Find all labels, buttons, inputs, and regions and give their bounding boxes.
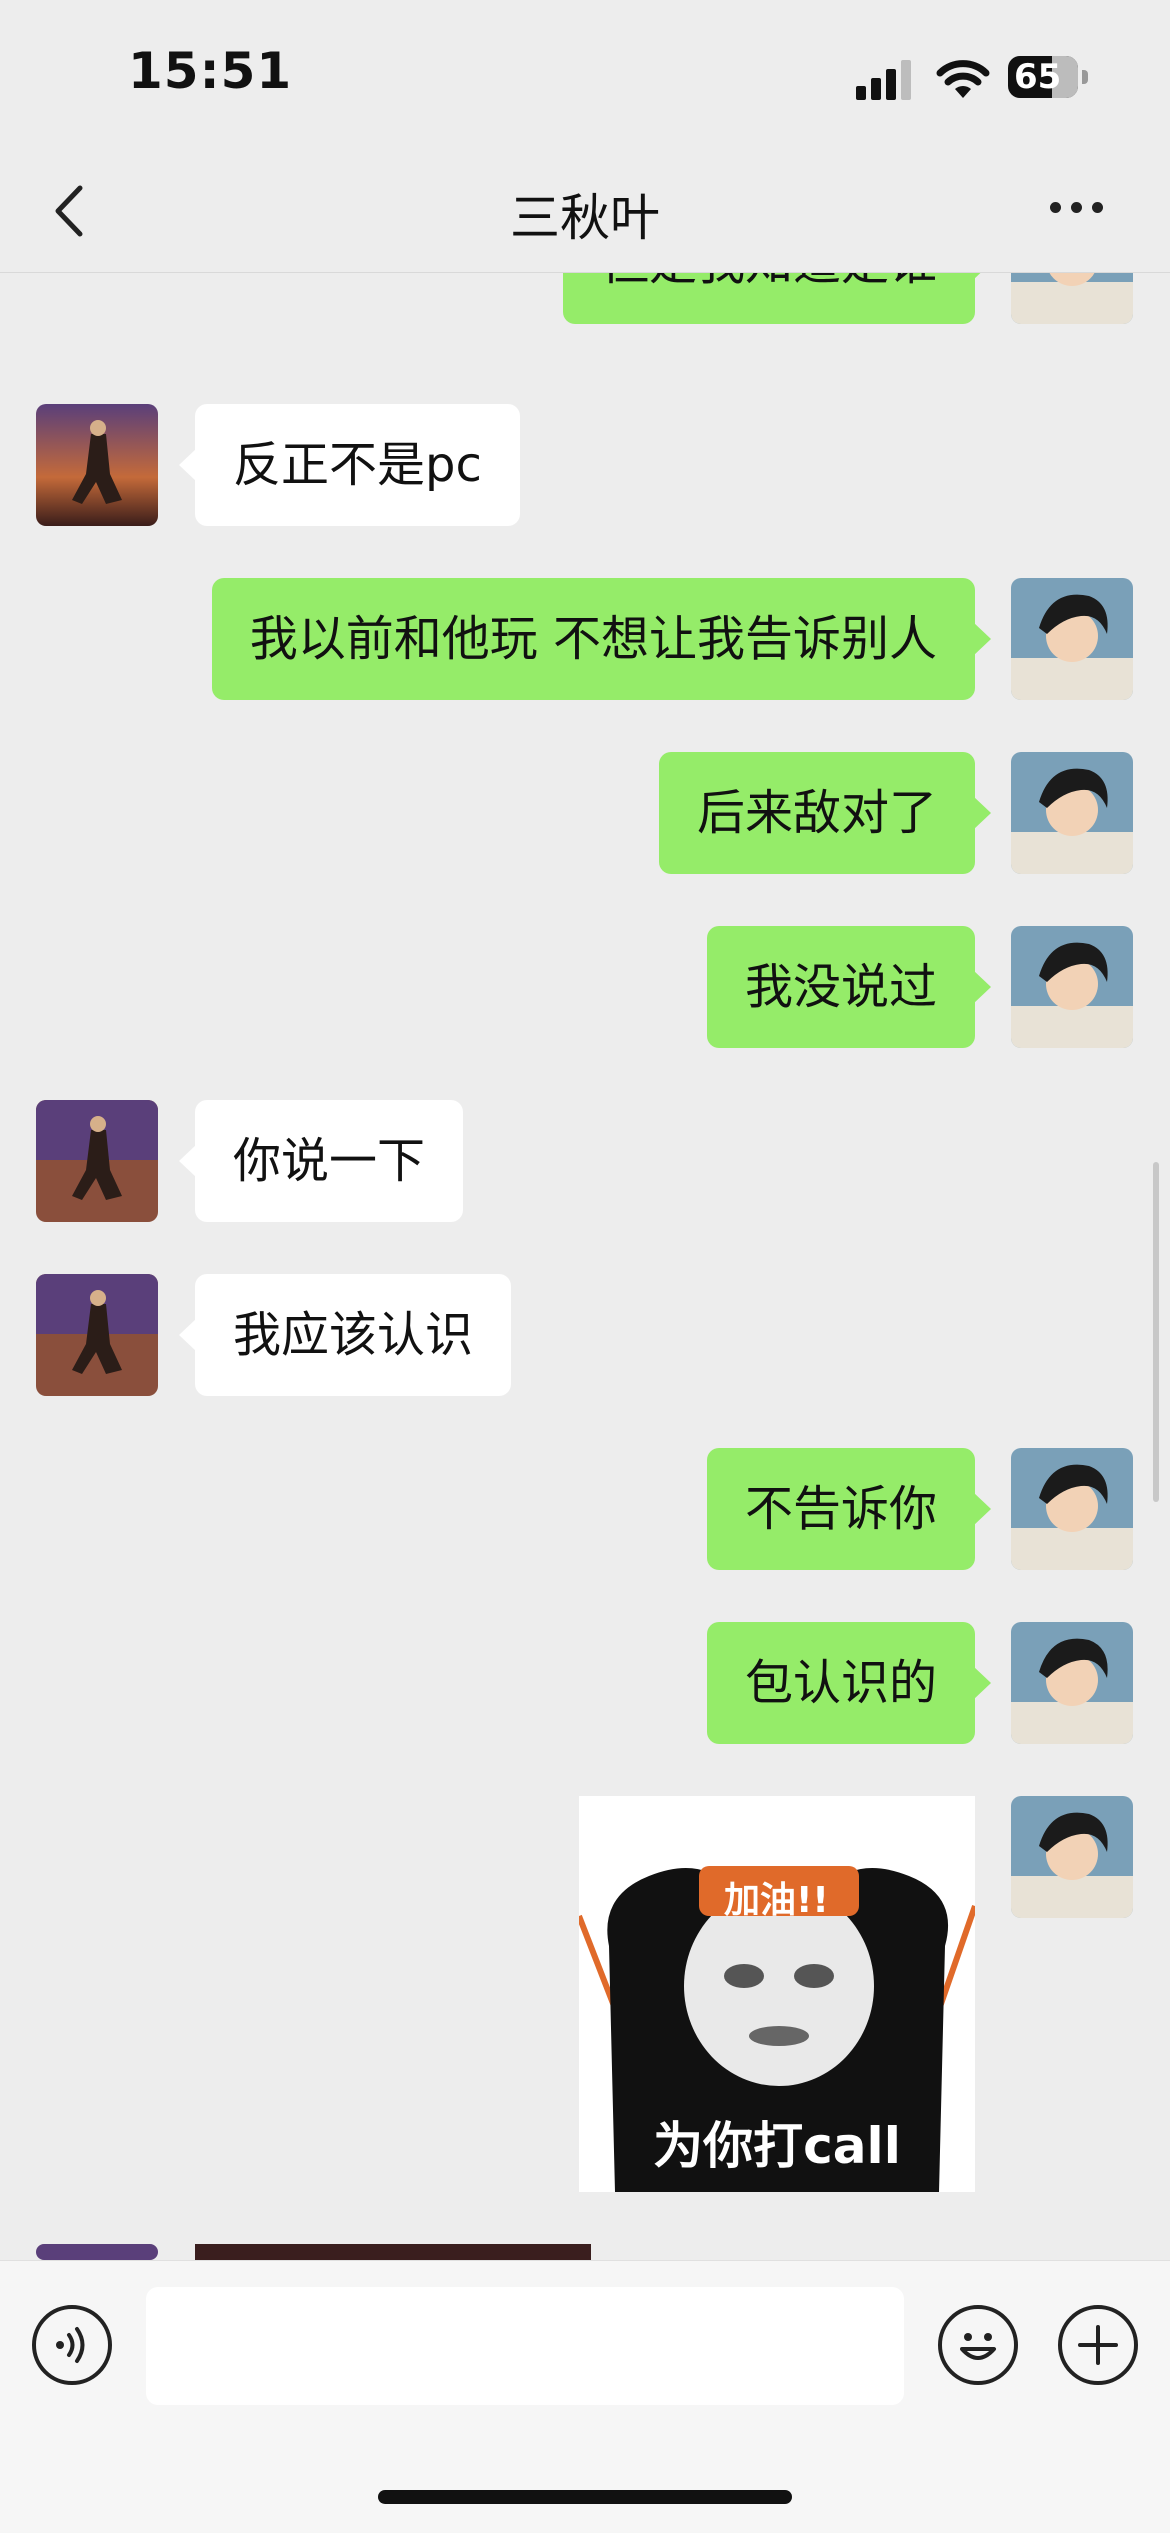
knight-avatar-icon (36, 404, 158, 526)
my-avatar[interactable] (1011, 272, 1133, 324)
sticker-caption-bottom: 为你打call (653, 2117, 901, 2175)
emoji-icon[interactable] (938, 2305, 1018, 2385)
smiley-face-icon (960, 2333, 996, 2360)
knight-avatar-icon (36, 1100, 158, 1222)
image-message[interactable] (195, 2244, 591, 2260)
chat-header: 三秋叶 (0, 150, 1170, 273)
knight-avatar-icon (36, 2244, 158, 2260)
message-row: 反正不是pc (0, 404, 1170, 526)
my-avatar[interactable] (1011, 1448, 1133, 1570)
message-row: 包认识的 (0, 1622, 1170, 1744)
cellular-signal-icon (856, 60, 911, 100)
my-avatar[interactable] (1011, 1796, 1133, 1918)
contact-avatar[interactable] (36, 404, 158, 526)
message-row: 加油!! 为你打call (0, 1796, 1170, 2192)
more-options-icon[interactable] (1050, 198, 1120, 222)
message-bubble-received[interactable]: 反正不是pc (179, 404, 520, 526)
wifi-icon (936, 60, 990, 98)
sticker-message[interactable]: 加油!! 为你打call (579, 1796, 975, 2192)
status-bar: 15:51 65 (0, 0, 1170, 150)
contact-avatar[interactable] (36, 1274, 158, 1396)
message-bubble-sent[interactable]: 但是我知道是谁 (562, 272, 992, 324)
message-row: 我应该认识 (0, 1274, 1170, 1396)
message-bubble-sent[interactable]: 我没说过 (706, 926, 992, 1048)
message-bubble-sent[interactable]: 后来敌对了 (658, 752, 992, 874)
sticker-caption-top: 加油!! (724, 1880, 829, 1921)
contact-avatar[interactable] (36, 1100, 158, 1222)
boy-avatar-icon (1011, 578, 1133, 700)
home-indicator[interactable] (378, 2490, 792, 2504)
plus-icon[interactable] (1058, 2305, 1138, 2385)
boy-avatar-icon (1011, 752, 1133, 874)
message-input[interactable] (146, 2287, 904, 2405)
boy-avatar-icon (1011, 1448, 1133, 1570)
message-bubble-sent[interactable]: 包认识的 (706, 1622, 992, 1744)
boy-avatar-icon (1011, 272, 1133, 324)
chat-title: 三秋叶 (510, 189, 660, 247)
message-row: 我以前和他玩 不想让我告诉别人 (0, 578, 1170, 700)
message-bubble-sent[interactable]: 我以前和他玩 不想让我告诉别人 (211, 578, 992, 700)
my-avatar[interactable] (1011, 752, 1133, 874)
message-row: 但是我知道是谁 (0, 272, 1170, 324)
status-time: 15:51 (128, 42, 293, 100)
battery-level: 65 (1014, 57, 1062, 97)
boy-avatar-icon (1011, 1622, 1133, 1744)
message-row: 我没说过 (0, 926, 1170, 1048)
scrollbar[interactable] (1153, 1162, 1159, 1502)
message-bubble-received[interactable]: 我应该认识 (178, 1274, 512, 1396)
add-icon (1078, 2325, 1118, 2365)
message-bubble-sent[interactable]: 不告诉你 (706, 1448, 992, 1570)
message-row (0, 2244, 1170, 2260)
message-row: 后来敌对了 (0, 752, 1170, 874)
contact-avatar[interactable] (36, 2244, 158, 2260)
my-avatar[interactable] (1011, 578, 1133, 700)
battery-tip (1082, 70, 1088, 84)
boy-avatar-icon (1011, 926, 1133, 1048)
knight-avatar-icon (36, 1274, 158, 1396)
message-list[interactable]: 但是我知道是谁 反正不是pc 我以前和他玩 不想让我告诉别人 后来敌对了 我没说… (0, 272, 1170, 2260)
message-bubble-received[interactable]: 你说一下 (178, 1100, 464, 1222)
message-row: 你说一下 (0, 1100, 1170, 1222)
my-avatar[interactable] (1011, 1622, 1133, 1744)
boy-avatar-icon (1011, 1796, 1133, 1918)
battery-icon: 65 (1008, 56, 1078, 98)
my-avatar[interactable] (1011, 926, 1133, 1048)
voice-icon[interactable] (32, 2305, 112, 2385)
voice-wave-icon (56, 2327, 85, 2363)
message-row: 不告诉你 (0, 1448, 1170, 1570)
